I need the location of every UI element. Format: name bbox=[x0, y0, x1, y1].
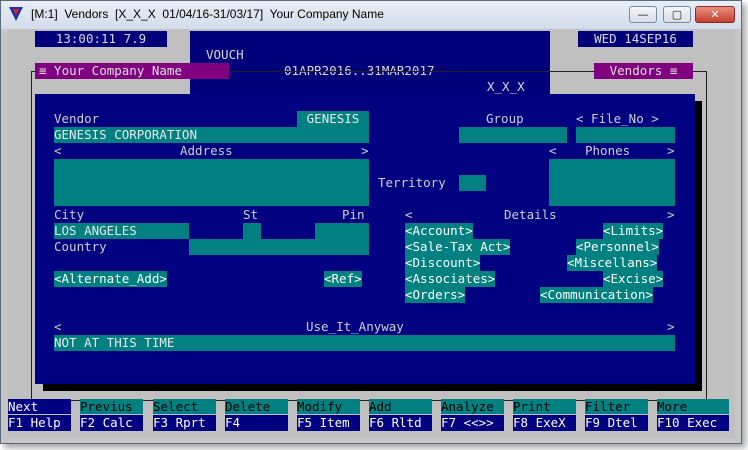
fkey-delete-button[interactable]: Delete bbox=[225, 399, 288, 414]
address-left-arrow[interactable]: < bbox=[54, 143, 62, 159]
address-label: Address bbox=[180, 143, 233, 158]
fkey-f2-calc[interactable]: F2 Calc bbox=[80, 415, 143, 431]
phones-right-arrow[interactable]: > bbox=[667, 143, 675, 159]
limits-button[interactable]: <Limits> bbox=[603, 223, 664, 239]
maximize-button[interactable]: ▢ bbox=[663, 6, 691, 23]
fkey-f6-related[interactable]: F6 Rltd bbox=[369, 415, 432, 431]
terminal-screen: 13:00:11 7.9 VOUCH 01APR2016..31MAR2017 … bbox=[8, 29, 735, 438]
fkey-f8-exex[interactable]: F8 ExeX bbox=[513, 415, 576, 431]
module-header: Vendors ≡ bbox=[594, 63, 693, 79]
state-label: St bbox=[243, 207, 259, 222]
use-left-arrow[interactable]: < bbox=[54, 319, 62, 335]
minimize-icon: — bbox=[637, 8, 649, 21]
group-field[interactable] bbox=[459, 127, 567, 143]
group-label: Group bbox=[486, 111, 524, 126]
pin-label: Pin bbox=[342, 207, 365, 222]
fkey-f3-report[interactable]: F3 Rprt bbox=[153, 415, 216, 431]
panel-shadow-right bbox=[695, 101, 702, 391]
file-no-label: < File_No > bbox=[576, 111, 659, 126]
ref-button[interactable]: <Ref> bbox=[324, 271, 362, 287]
fkey-f1-help[interactable]: F1 Help bbox=[8, 415, 71, 431]
miscellans-button[interactable]: <Miscellans> bbox=[567, 255, 658, 271]
panel-shadow-bottom bbox=[43, 384, 702, 391]
city-field[interactable]: LOS ANGELES bbox=[54, 223, 189, 239]
details-left-arrow[interactable]: < bbox=[405, 207, 413, 223]
fkey-previous-button[interactable]: Previus bbox=[80, 399, 143, 414]
details-label: Details bbox=[504, 207, 557, 222]
discount-button[interactable]: <Discount> bbox=[405, 255, 481, 271]
app-logo-icon[interactable] bbox=[9, 7, 23, 21]
window-title: [M:1] Vendors [X_X_X 01/04/16-31/03/17] … bbox=[31, 7, 384, 21]
fkey-f7-navigate[interactable]: F7 <<>> bbox=[441, 415, 504, 431]
file-no-field[interactable] bbox=[576, 127, 675, 143]
fkey-f4[interactable]: F4 bbox=[225, 415, 288, 431]
city-label: City bbox=[54, 207, 85, 222]
sale-tax-button[interactable]: <Sale-Tax Act> bbox=[405, 239, 511, 255]
fkey-f9-detail[interactable]: F9 Dtel bbox=[585, 415, 648, 431]
vendor-name-field[interactable]: GENESIS CORPORATION bbox=[54, 127, 369, 143]
fkey-add-button[interactable]: Add bbox=[369, 399, 432, 414]
personnel-button[interactable]: <Personnel> bbox=[576, 239, 659, 255]
address-field[interactable] bbox=[54, 159, 369, 206]
fkey-more-button[interactable]: More bbox=[657, 399, 729, 414]
phones-field[interactable] bbox=[549, 159, 675, 206]
state-field[interactable] bbox=[243, 223, 261, 239]
vendor-form-panel: Vendor GENESIS GENESIS CORPORATION Group… bbox=[35, 94, 695, 384]
phones-left-arrow[interactable]: < bbox=[549, 143, 557, 159]
associates-button[interactable]: <Associates> bbox=[405, 271, 496, 287]
territory-label: Territory bbox=[378, 175, 446, 190]
communication-button[interactable]: <Communication> bbox=[540, 287, 653, 303]
fkey-f5-item[interactable]: F5 Item bbox=[297, 415, 360, 431]
fkey-analyze-button[interactable]: Analyze bbox=[441, 399, 504, 414]
vendor-code-field[interactable]: GENESIS bbox=[297, 111, 369, 127]
vendor-label: Vendor bbox=[54, 111, 100, 126]
fkey-print-button[interactable]: Print bbox=[513, 399, 576, 414]
mode-display: VOUCH bbox=[206, 47, 244, 62]
fkey-f10-exec[interactable]: F10 Exec bbox=[657, 415, 729, 431]
application-window: [M:1] Vendors [X_X_X 01/04/16-31/03/17] … bbox=[0, 0, 742, 444]
use-it-anyway-field[interactable]: NOT AT THIS TIME bbox=[54, 335, 675, 351]
address-right-arrow[interactable]: > bbox=[361, 143, 369, 159]
date-display: WED 14SEP16 bbox=[578, 31, 693, 47]
excise-button[interactable]: <Excise> bbox=[603, 271, 664, 287]
fkey-select-button[interactable]: Select bbox=[153, 399, 216, 414]
company-header: ≡ Your Company Name bbox=[35, 63, 229, 79]
close-icon: ✕ bbox=[710, 8, 720, 21]
fkey-filter-button[interactable]: Filter bbox=[585, 399, 648, 414]
use-it-anyway-label: Use_It_Anyway bbox=[306, 319, 404, 334]
title-bar[interactable]: [M:1] Vendors [X_X_X 01/04/16-31/03/17] … bbox=[1, 1, 741, 29]
country-label: Country bbox=[54, 239, 107, 254]
maximize-icon: ▢ bbox=[671, 8, 683, 21]
fkey-next-button[interactable]: Next bbox=[8, 399, 71, 414]
territory-field[interactable] bbox=[459, 175, 486, 191]
details-right-arrow[interactable]: > bbox=[667, 207, 675, 223]
account-button[interactable]: <Account> bbox=[405, 223, 473, 239]
orders-button[interactable]: <Orders> bbox=[405, 287, 466, 303]
close-button[interactable]: ✕ bbox=[695, 6, 735, 23]
pin-field[interactable] bbox=[315, 223, 369, 239]
time-display: 13:00:11 7.9 bbox=[35, 31, 167, 47]
alternate-address-button[interactable]: <Alternate_Add> bbox=[54, 271, 167, 287]
country-field[interactable] bbox=[189, 239, 369, 255]
phones-label: Phones bbox=[585, 143, 631, 158]
minimize-button[interactable]: — bbox=[629, 6, 657, 23]
use-right-arrow[interactable]: > bbox=[667, 319, 675, 335]
fkey-modify-button[interactable]: Modify bbox=[297, 399, 360, 414]
